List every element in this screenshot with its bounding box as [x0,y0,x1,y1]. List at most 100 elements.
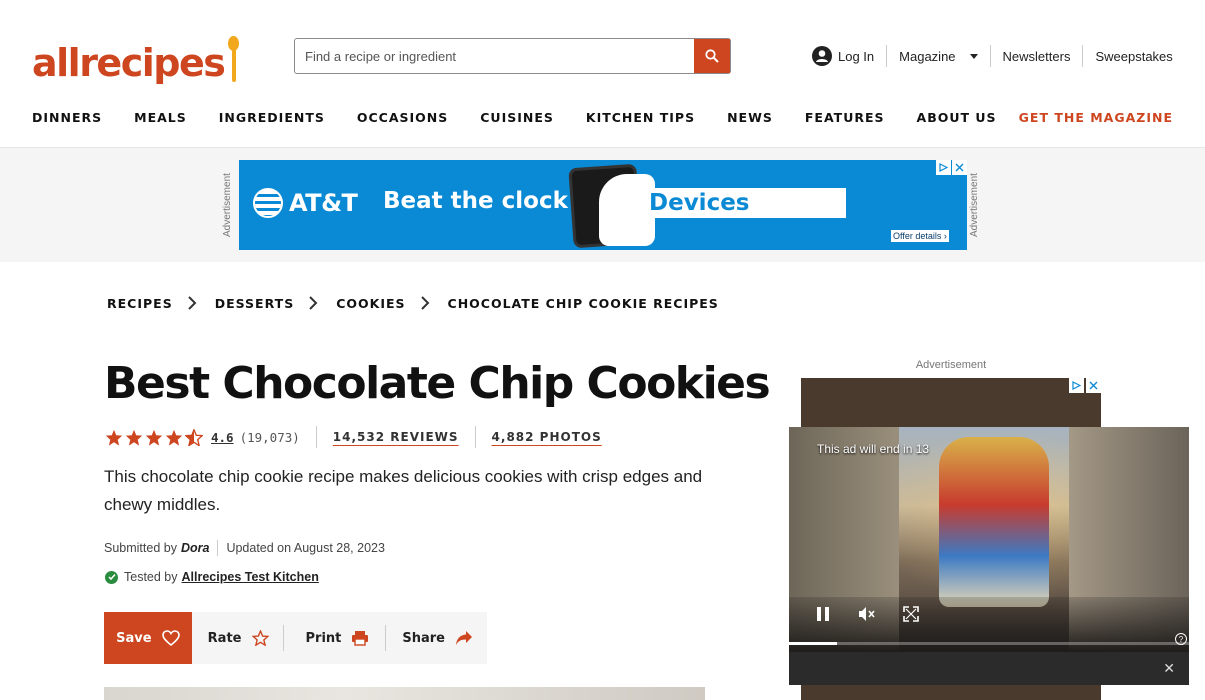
rail-ad-label: Advertisement [915,359,987,371]
top-ad-banner[interactable]: AT&T Beat the clock Devices Offer detail… [239,160,967,250]
site-header: allrecipes Log In Magazine Newsletters S… [0,0,1205,148]
video-parade-float [939,437,1049,607]
photos-link[interactable]: 4,882 PHOTOS [492,430,602,444]
recipe-hero-image [104,687,705,700]
rating-count: (19,073) [239,429,300,445]
chevron-right-icon [420,295,432,311]
recipe-description: This chocolate chip cookie recipe makes … [104,467,703,514]
star-half-icon [185,428,203,446]
magazine-dropdown[interactable]: Magazine [887,45,991,67]
sweepstakes-link[interactable]: Sweepstakes [1083,45,1184,67]
user-icon [812,46,832,66]
divider [315,426,317,448]
video-progress-bar[interactable] [789,642,1189,645]
ad-headline: Beat the clock [383,188,568,214]
close-icon[interactable]: ✕ [1163,660,1175,677]
ad-countdown: This ad will end in 13 [817,442,930,456]
star-icon [125,429,143,446]
search-bar [294,38,731,74]
newsletters-link[interactable]: Newsletters [991,45,1084,67]
share-arrow-icon [456,631,472,645]
save-label: Save [116,630,152,646]
chevron-down-icon [969,53,978,59]
search-input[interactable] [295,39,694,73]
reviews-link[interactable]: 14,532 REVIEWS [333,430,459,444]
adchoices-icon[interactable] [936,160,951,175]
nav-item-meals[interactable]: MEALS [134,110,187,125]
ad-label-right: Advertisement [969,173,980,237]
breadcrumb-cookies[interactable]: COOKIES [336,296,405,311]
breadcrumb-desserts[interactable]: DESSERTS [215,296,295,311]
author-link[interactable]: Dora [181,541,209,555]
adchoices-icon[interactable] [1069,378,1084,393]
nav-item-kitchen-tips[interactable]: KITCHEN TIPS [586,110,695,125]
test-kitchen-link[interactable]: Allrecipes Test Kitchen [182,570,319,584]
att-logo: AT&T [253,188,358,218]
page-title: Best Chocolate Chip Cookies [104,358,771,409]
fullscreen-button[interactable] [900,603,922,625]
star-outline-icon [251,630,269,646]
updated-date: Updated on August 28, 2023 [226,541,385,555]
login-link[interactable]: Log In [812,45,888,67]
video-player[interactable]: This ad will end in 13 ? ✕ [789,427,1189,685]
magazine-label: Magazine [899,48,956,64]
nav-item-cuisines[interactable]: CUISINES [480,110,554,125]
rate-button[interactable]: Rate [192,625,284,651]
unmute-button[interactable] [856,603,878,625]
chevron-right-icon [187,295,199,311]
recipe-actions: Save Rate Print Share [104,612,487,664]
get-magazine-link[interactable]: GET THE MAGAZINE [1019,110,1173,125]
search-button[interactable] [694,39,730,73]
video-footer: ✕ [789,652,1189,685]
printer-icon [352,631,369,646]
rate-label: Rate [207,630,242,646]
nav-item-news[interactable]: NEWS [727,110,773,125]
breadcrumb-recipes[interactable]: RECIPES [107,296,173,311]
nav-item-occasions[interactable]: OCCASIONS [357,110,448,125]
pause-icon [817,607,829,621]
att-globe-icon [253,188,283,218]
byline: Submitted by Dora Updated on August 28, … [104,540,385,556]
login-label: Log In [838,48,875,64]
submitted-by-label: Submitted by [104,541,177,555]
save-button[interactable]: Save [104,612,192,664]
spoon-icon [226,36,240,82]
star-icon [105,429,123,446]
pause-button[interactable] [812,603,834,625]
share-label: Share [402,630,445,646]
ad-close-icon[interactable] [1086,378,1101,393]
print-label: Print [305,630,342,646]
fullscreen-icon [903,606,919,622]
allrecipes-logo[interactable]: allrecipes [32,30,240,82]
nav-item-dinners[interactable]: DINNERS [32,110,102,125]
star-icon [145,429,163,446]
nav-item-features[interactable]: FEATURES [805,110,885,125]
ad-product: Devices [641,188,846,218]
muted-speaker-icon [859,607,875,621]
print-button[interactable]: Print [284,625,387,651]
help-icon[interactable]: ? [1175,633,1187,645]
divider [217,540,219,556]
main-nav: DINNERS MEALS INGREDIENTS OCCASIONS CUIS… [32,110,1029,125]
ad-close-icon[interactable] [952,160,967,175]
heart-icon [161,630,180,646]
offer-details-link[interactable]: Offer details › [891,230,949,242]
verified-check-icon [105,570,118,584]
logo-text: allrecipes [32,41,226,85]
rating-value[interactable]: 4.6 [211,430,234,445]
star-icon [165,429,183,446]
divider [474,426,476,448]
tested-by-label: Tested by [124,570,178,584]
offer-details-label: Offer details [893,231,942,241]
breadcrumb: RECIPES DESSERTS COOKIES CHOCOLATE CHIP … [107,295,719,311]
nav-item-ingredients[interactable]: INGREDIENTS [219,110,325,125]
rating-row: 4.6 (19,073) 14,532 REVIEWS 4,882 PHOTOS [105,426,618,448]
share-button[interactable]: Share [386,625,487,651]
tested-by: Tested by Allrecipes Test Kitchen [105,570,319,584]
search-icon [705,49,719,63]
star-rating [105,428,203,446]
att-brand: AT&T [289,189,358,217]
breadcrumb-chocolate-chip-cookie-recipes[interactable]: CHOCOLATE CHIP COOKIE RECIPES [448,296,719,311]
nav-item-about-us[interactable]: ABOUT US [917,110,997,125]
video-frame [789,427,1189,652]
